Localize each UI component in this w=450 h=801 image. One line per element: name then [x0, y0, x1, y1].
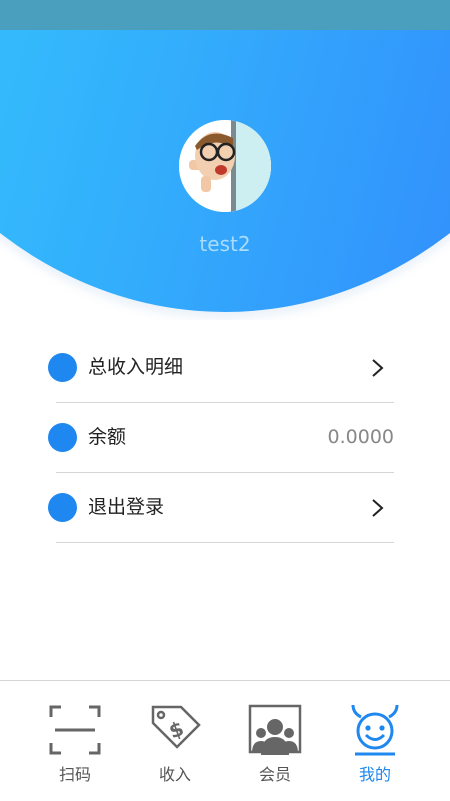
tab-label: 会员 [258, 765, 291, 784]
tab-members[interactable]: 会员 [225, 681, 325, 801]
tab-label: 扫码 [58, 765, 91, 784]
devil-face-icon [351, 704, 399, 756]
avatar[interactable] [179, 120, 271, 212]
menu-item-label: 退出登录 [88, 496, 165, 518]
scan-icon [49, 705, 101, 755]
profile-header: test2 [0, 30, 450, 320]
tab-mine[interactable]: 我的 [325, 681, 425, 801]
divider [56, 542, 394, 543]
username: test2 [199, 232, 251, 256]
income-tag-icon: $ [151, 705, 201, 749]
balance-value: 0.0000 [327, 426, 394, 448]
menu-item-logout[interactable]: 退出登录 [0, 473, 450, 543]
bottom-tab-bar: 扫码 $ 收入 会员 我的 [0, 680, 450, 801]
chevron-right-icon [372, 359, 384, 377]
tab-label: 收入 [158, 765, 191, 784]
logout-icon [48, 493, 77, 522]
menu-item-label: 余额 [88, 426, 127, 448]
status-bar [0, 0, 450, 30]
menu-list: 总收入明细 余额 0.0000 退出登录 [0, 333, 450, 543]
tab-scan[interactable]: 扫码 [25, 681, 125, 801]
chevron-right-icon [372, 499, 384, 517]
tab-income[interactable]: $ 收入 [125, 681, 225, 801]
income-details-icon [48, 353, 77, 382]
menu-item-balance[interactable]: 余额 0.0000 [0, 403, 450, 473]
tab-label: 我的 [358, 765, 391, 784]
members-icon [248, 704, 302, 755]
avatar-image [179, 120, 271, 212]
menu-item-income-details[interactable]: 总收入明细 [0, 333, 450, 403]
menu-item-label: 总收入明细 [88, 356, 184, 378]
balance-icon [48, 423, 77, 452]
